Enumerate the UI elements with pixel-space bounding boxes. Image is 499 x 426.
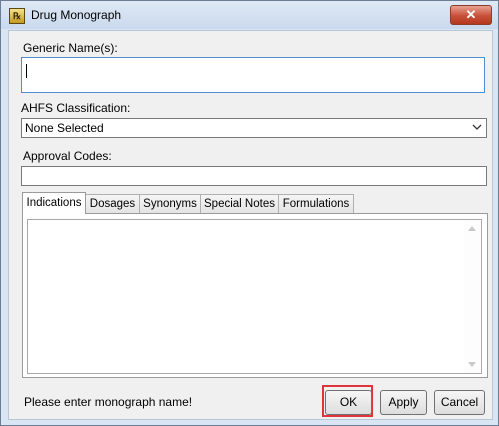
ahfs-classification-select[interactable]: None Selected (21, 118, 487, 138)
cancel-button[interactable]: Cancel (434, 390, 485, 415)
app-icon: ℞ (9, 8, 25, 24)
status-message: Please enter monograph name! (24, 395, 193, 409)
generic-name-label: Generic Name(s): (23, 41, 118, 55)
indications-text-area[interactable] (27, 219, 482, 374)
tab-indications[interactable]: Indications (22, 192, 86, 214)
close-button[interactable]: ✕ (450, 5, 492, 25)
indications-tab-panel (22, 213, 488, 378)
vertical-scrollbar[interactable] (464, 220, 481, 373)
dialog-body: Generic Name(s): AHFS Classification: No… (8, 30, 493, 420)
close-icon: ✕ (465, 7, 477, 22)
tab-dosages[interactable]: Dosages (85, 194, 140, 213)
text-caret (26, 64, 27, 78)
window-title: Drug Monograph (31, 8, 122, 22)
ahfs-classification-label: AHFS Classification: (21, 101, 131, 115)
ahfs-selected-value: None Selected (25, 121, 104, 135)
tab-formulations[interactable]: Formulations (278, 194, 354, 213)
tab-synonyms[interactable]: Synonyms (139, 194, 201, 213)
apply-button[interactable]: Apply (380, 390, 427, 415)
scroll-up-icon[interactable] (468, 226, 476, 231)
title-bar[interactable]: ℞ Drug Monograph ✕ (1, 1, 498, 29)
approval-codes-label: Approval Codes: (23, 149, 112, 163)
ok-button[interactable]: OK (325, 390, 372, 415)
dropdown-chevron-icon (472, 124, 482, 130)
tab-special-notes[interactable]: Special Notes (200, 194, 279, 213)
scroll-down-icon[interactable] (468, 362, 476, 367)
approval-codes-input[interactable] (21, 166, 487, 186)
drug-monograph-window: ℞ Drug Monograph ✕ Generic Name(s): AHFS… (0, 0, 499, 426)
generic-name-input[interactable] (21, 57, 485, 93)
